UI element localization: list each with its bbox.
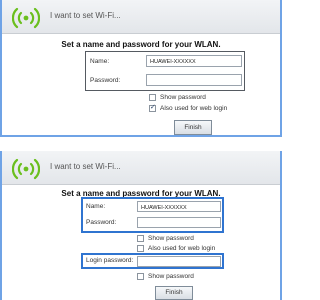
finish-button[interactable]: Finish (155, 286, 193, 300)
credentials-box: Name: HUAWEI-XXXXXX Password: (85, 51, 245, 91)
credentials-box: Name: HUAWEI-XXXXXX Password: (81, 197, 224, 233)
wifi-icon (12, 158, 40, 180)
web-login-label: Also used for web login (160, 105, 228, 112)
web-login-checkbox[interactable] (137, 245, 144, 252)
wlan-subtitle: Set a name and password for your WLAN. (61, 40, 221, 49)
login-password-input[interactable] (137, 256, 221, 267)
web-login-checkbox[interactable] (149, 103, 156, 112)
password-input[interactable] (137, 217, 221, 228)
name-input[interactable]: HUAWEI-XXXXXX (146, 55, 242, 67)
web-login-label: Also used for web login (148, 245, 216, 252)
show-password-label: Show password (148, 235, 194, 242)
header-title: I want to set Wi-Fi... (50, 162, 121, 171)
login-password-box: Login password: (81, 253, 224, 269)
show-password-checkbox[interactable] (137, 235, 144, 242)
show-password-label: Show password (160, 94, 206, 101)
wifi-icon (12, 7, 40, 29)
password-label: Password: (90, 77, 121, 84)
panel-header: I want to set Wi-Fi... (2, 0, 280, 34)
login-show-password-checkbox[interactable] (137, 273, 144, 280)
wifi-setup-panel-2: I want to set Wi-Fi... Set a name and pa… (0, 151, 282, 300)
wifi-setup-panel-1: I want to set Wi-Fi... Set a name and pa… (0, 0, 282, 137)
name-label: Name: (86, 203, 106, 210)
login-show-password-label: Show password (148, 273, 194, 280)
name-input[interactable]: HUAWEI-XXXXXX (137, 201, 221, 212)
login-password-label: Login password: (86, 257, 134, 264)
show-password-checkbox[interactable] (149, 94, 156, 101)
finish-button[interactable]: Finish (174, 120, 212, 135)
password-label: Password: (86, 219, 117, 226)
panel-header: I want to set Wi-Fi... (2, 151, 280, 185)
name-label: Name: (90, 58, 110, 65)
header-title: I want to set Wi-Fi... (50, 11, 121, 20)
password-input[interactable] (146, 74, 242, 86)
